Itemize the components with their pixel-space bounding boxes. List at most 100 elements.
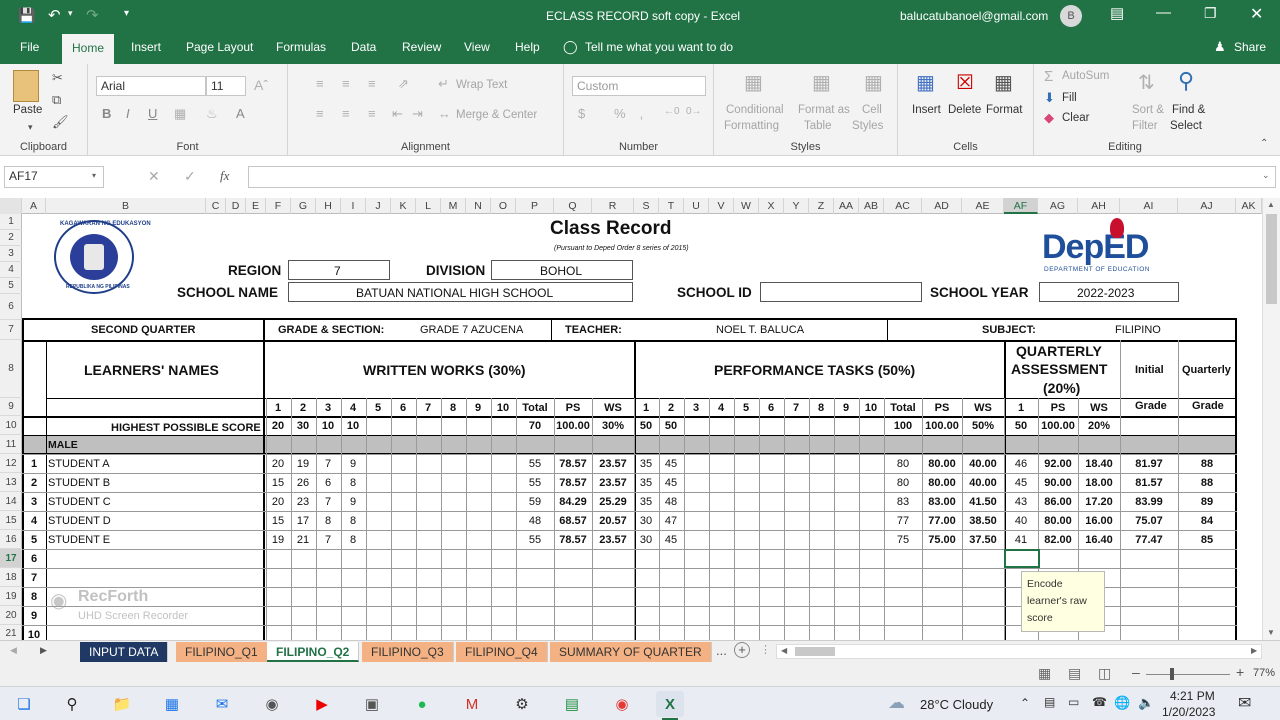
paste-icon[interactable] (13, 70, 39, 102)
name-box-dropdown-icon[interactable]: ▾ (92, 171, 96, 180)
clear-button[interactable]: Clear (1062, 112, 1089, 124)
column-header-v[interactable]: V (709, 198, 734, 214)
column-header-r[interactable]: R (592, 198, 634, 214)
column-header-j[interactable]: J (366, 198, 391, 214)
sheet-tab-filipino-q4[interactable]: FILIPINO_Q4 (456, 642, 548, 662)
ribbon-display-options-icon[interactable]: ▤ (1110, 4, 1124, 22)
format-cells-button[interactable]: Format (986, 104, 1022, 116)
increase-font-icon[interactable]: Aˆ (254, 77, 268, 93)
undo-dropdown-icon[interactable]: ▾ (68, 8, 73, 19)
currency-button[interactable]: $ (578, 106, 585, 121)
row-header-9[interactable]: 9 (0, 398, 22, 416)
tab-page-layout[interactable]: Page Layout (186, 40, 253, 54)
format-painter-icon[interactable]: 🖌 (52, 114, 69, 130)
spotify-icon[interactable]: ● (408, 691, 436, 717)
wrap-text-button[interactable]: Wrap Text (456, 79, 507, 91)
pt-score[interactable]: 45 (641, 534, 701, 546)
tab-view[interactable]: View (464, 40, 490, 54)
collapse-ribbon-icon[interactable]: ⌃ (1260, 138, 1268, 149)
row-header-15[interactable]: 15 (0, 511, 22, 530)
ww-score[interactable]: 9 (323, 458, 383, 470)
column-header-x[interactable]: X (759, 198, 784, 214)
column-header-e[interactable]: E (246, 198, 266, 214)
paste-button[interactable]: Paste (13, 104, 42, 116)
column-header-aj[interactable]: AJ (1178, 198, 1236, 214)
column-header-aa[interactable]: AA (834, 198, 859, 214)
copy-icon[interactable]: ⧉ (52, 92, 61, 108)
autosum-icon[interactable]: Σ (1044, 68, 1053, 85)
clock-time[interactable]: 4:21 PM (1170, 689, 1215, 703)
column-header-ak[interactable]: AK (1236, 198, 1262, 214)
row-header-20[interactable]: 20 (0, 606, 22, 625)
column-header-l[interactable]: L (416, 198, 441, 214)
name-box[interactable]: AF17 (4, 166, 104, 188)
column-header-af[interactable]: AF (1004, 198, 1038, 214)
page-layout-view-icon[interactable]: ▤ (1068, 665, 1081, 682)
orientation-icon[interactable]: ⇗ (398, 76, 409, 92)
row-header-6[interactable]: 6 (0, 294, 22, 320)
row-header-19[interactable]: 19 (0, 587, 22, 606)
undo-icon[interactable]: ↶ (48, 6, 61, 24)
row-header-4[interactable]: 4 (0, 262, 22, 278)
excel-taskbar-icon[interactable]: X (656, 691, 684, 717)
normal-view-icon[interactable]: ▦ (1038, 665, 1051, 682)
cut-icon[interactable]: ✂ (52, 70, 63, 86)
sheet-tab-filipino-q1[interactable]: FILIPINO_Q1 (176, 642, 268, 662)
column-header-d[interactable]: D (226, 198, 246, 214)
conditional-formatting-button[interactable]: Conditional (726, 104, 784, 116)
student-name[interactable]: STUDENT A (48, 458, 110, 470)
vertical-scrollbar[interactable]: ▲ ▼ (1262, 198, 1280, 642)
top-align-icon[interactable]: ≡ (316, 76, 324, 91)
select-all-corner[interactable] (0, 198, 22, 214)
mail-icon[interactable]: ✉ (208, 691, 236, 717)
conditional-formatting-icon[interactable]: ▦ (744, 70, 763, 95)
calendar-icon[interactable]: ▦ (158, 691, 186, 717)
cell-styles-icon[interactable]: ▦ (864, 70, 883, 95)
row-header-1[interactable]: 1 (0, 214, 22, 230)
fill-color-icon[interactable]: ♨ (206, 106, 218, 122)
redo-icon[interactable]: ↷ (86, 6, 99, 24)
delete-cells-icon[interactable]: ☒ (956, 70, 974, 95)
pt-score[interactable]: 45 (641, 477, 701, 489)
wrap-text-icon[interactable]: ↵ (438, 76, 449, 92)
school-year-value[interactable]: 2022-2023 (1077, 286, 1134, 300)
bold-button[interactable]: B (102, 106, 111, 121)
gmail-icon[interactable]: M (458, 691, 486, 717)
column-header-w[interactable]: W (734, 198, 759, 214)
ww-score[interactable]: 9 (323, 496, 383, 508)
column-header-t[interactable]: T (659, 198, 684, 214)
column-header-c[interactable]: C (206, 198, 226, 214)
column-header-o[interactable]: O (491, 198, 516, 214)
confirm-entry-icon[interactable]: ✓ (184, 168, 196, 185)
subject-value[interactable]: FILIPINO (1115, 324, 1161, 336)
bottom-align-icon[interactable]: ≡ (368, 76, 376, 91)
ww-score[interactable]: 8 (323, 477, 383, 489)
format-cells-icon[interactable]: ▦ (994, 70, 1013, 95)
scroll-left-icon[interactable]: ◀ (781, 646, 787, 655)
network-globe-icon[interactable]: 🌐 (1114, 695, 1130, 711)
tab-data[interactable]: Data (351, 40, 376, 54)
number-format-dropdown[interactable]: Custom (572, 76, 706, 96)
font-color-button[interactable]: A (236, 106, 245, 121)
column-header-f[interactable]: F (266, 198, 291, 214)
file-explorer-icon[interactable]: 📁 (108, 691, 136, 717)
ww-score[interactable]: 8 (323, 534, 383, 546)
column-header-y[interactable]: Y (784, 198, 809, 214)
tab-help[interactable]: Help (515, 40, 540, 54)
search-icon[interactable]: ⚲ (58, 691, 86, 717)
percent-button[interactable]: % (614, 106, 626, 121)
column-header-q[interactable]: Q (554, 198, 592, 214)
column-header-ae[interactable]: AE (962, 198, 1004, 214)
hps-ww-4[interactable]: 10 (323, 420, 383, 432)
zoom-level[interactable]: 77% (1253, 667, 1275, 679)
student-name[interactable]: STUDENT E (48, 534, 110, 546)
find-select-button[interactable]: Find & (1172, 104, 1205, 116)
zoom-slider[interactable] (1146, 674, 1230, 675)
sheet-tab-filipino-q2[interactable]: FILIPINO_Q2 (267, 642, 360, 662)
scroll-down-icon[interactable]: ▼ (1267, 628, 1275, 637)
hps-pt-2[interactable]: 50 (641, 420, 701, 432)
new-sheet-icon[interactable]: + (734, 642, 750, 658)
zoom-slider-handle[interactable] (1170, 668, 1174, 680)
tab-review[interactable]: Review (402, 40, 441, 54)
column-header-z[interactable]: Z (809, 198, 834, 214)
